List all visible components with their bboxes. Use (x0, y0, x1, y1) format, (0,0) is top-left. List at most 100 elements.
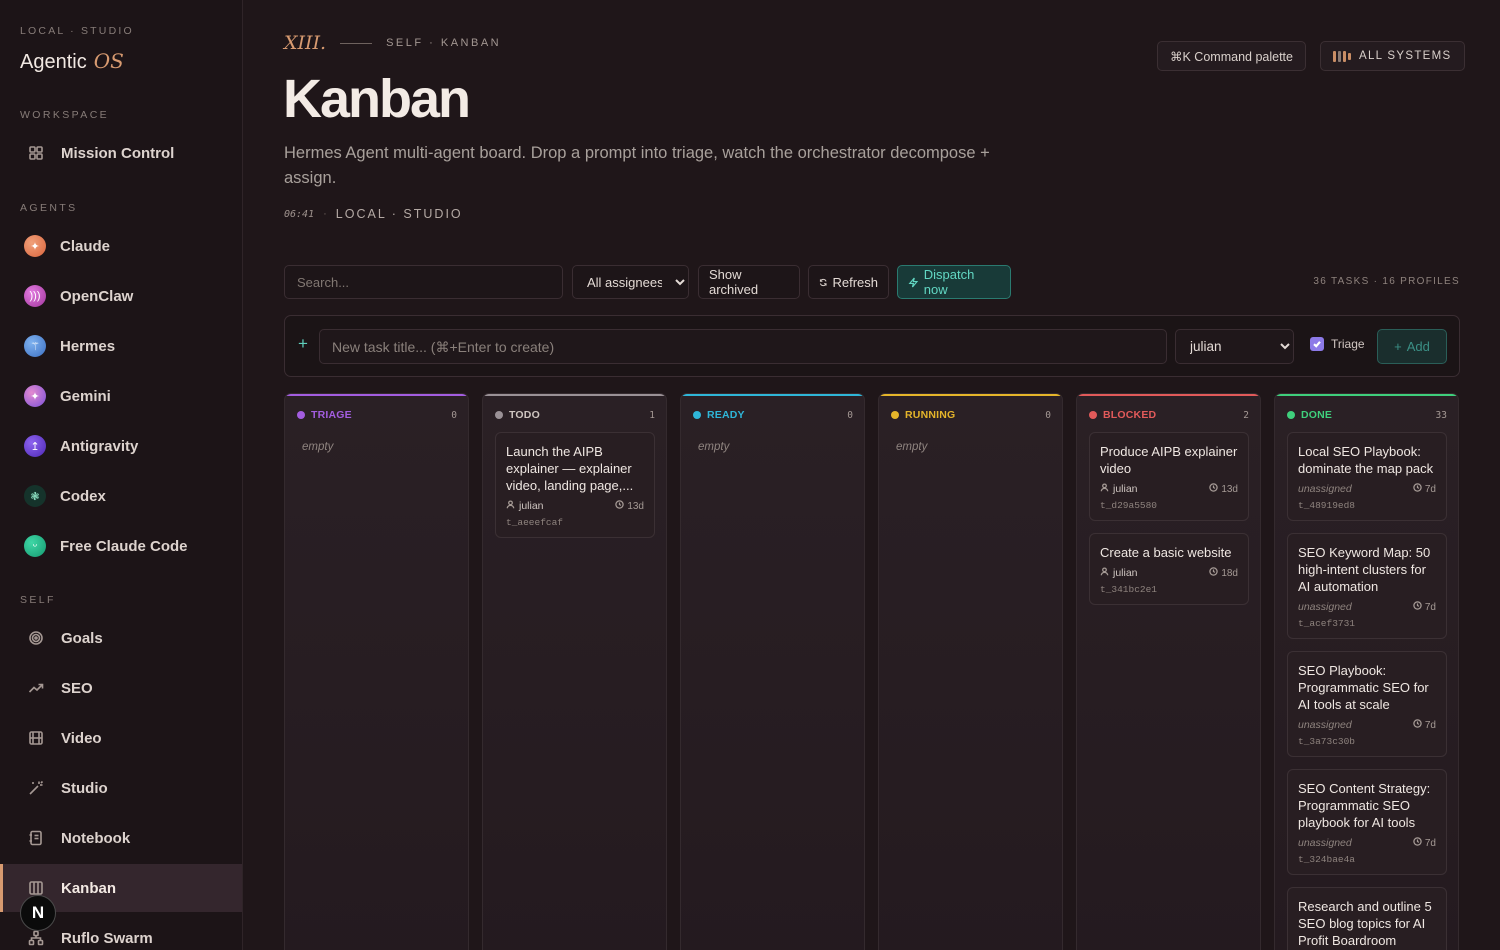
add-task-button[interactable]: + Add (1377, 329, 1447, 364)
task-id: t_48919ed8 (1298, 500, 1356, 511)
task-age: 7d (1413, 483, 1436, 495)
sidebar-item-mission-control[interactable]: Mission Control (0, 129, 242, 177)
task-age: 7d (1413, 837, 1436, 849)
task-card[interactable]: SEO Keyword Map: 50 high-intent clusters… (1287, 533, 1447, 639)
sidebar-item-gemini[interactable]: ✦ Gemini (0, 372, 242, 420)
assignee-name: julian (1113, 483, 1138, 495)
column-header: DONE 33 (1287, 409, 1447, 421)
section-label-agents: AGENTS (20, 202, 78, 214)
clock-icon (1209, 567, 1219, 579)
brand-suffix: OS (93, 49, 124, 73)
all-systems-button[interactable]: ALL SYSTEMS (1320, 41, 1465, 71)
brand-logo[interactable]: Agentic OS (20, 49, 124, 74)
task-card[interactable]: Create a basic website julian 18d t_341bc2e… (1089, 533, 1249, 605)
notebook-icon (24, 827, 47, 850)
sidebar-item-label: Mission Control (61, 144, 175, 162)
sidebar-item-goals[interactable]: Goals (0, 614, 242, 662)
sidebar-item-openclaw[interactable]: ))) OpenClaw (0, 272, 242, 320)
column-triage[interactable]: TRIAGE 0 empty (284, 393, 469, 950)
age-value: 7d (1424, 719, 1436, 731)
trending-up-icon (24, 677, 47, 700)
column-todo[interactable]: TODO 1 Launch the AIPB explainer — explain… (482, 393, 667, 950)
composer-assignee-dropdown[interactable]: julian (1175, 329, 1294, 364)
task-id: t_aeeefcaf (506, 517, 564, 528)
column-count: 2 (1243, 409, 1249, 421)
task-card[interactable]: Produce AIPB explainer video julian 13d t_d… (1089, 432, 1249, 521)
age-value: 7d (1424, 837, 1436, 849)
sidebar-item-seo[interactable]: SEO (0, 664, 242, 712)
column-done[interactable]: DONE 33 Local SEO Playbook: dominate the m… (1274, 393, 1459, 950)
task-card[interactable]: Local SEO Playbook: dominate the map pac… (1287, 432, 1447, 521)
brand-subtitle: LOCAL · STUDIO (20, 25, 134, 37)
task-assignee: unassigned (1298, 837, 1352, 849)
sidebar-item-hermes[interactable]: ⚚ Hermes (0, 322, 242, 370)
search-input[interactable] (285, 274, 562, 290)
breadcrumb-divider (340, 42, 373, 44)
refresh-button[interactable]: Refresh (808, 265, 889, 299)
assignee-filter[interactable]: All assignees (572, 265, 689, 299)
sidebar-item-label: OpenClaw (60, 287, 134, 305)
assignee-select[interactable]: All assignees (573, 266, 688, 298)
task-card[interactable]: Research and outline 5 SEO blog topics f… (1287, 887, 1447, 950)
column-running[interactable]: RUNNING 0 empty (878, 393, 1063, 950)
task-card[interactable]: SEO Content Strategy: Programmatic SEO p… (1287, 769, 1447, 875)
empty-state: empty (698, 441, 730, 453)
empty-state: empty (896, 441, 928, 453)
column-ready[interactable]: READY 0 empty (680, 393, 865, 950)
task-card[interactable]: SEO Playbook: Programmatic SEO for AI to… (1287, 651, 1447, 757)
status-dot-icon (297, 411, 305, 419)
checkmark-icon[interactable] (1310, 337, 1324, 351)
sidebar-item-claude[interactable]: ✦ Claude (0, 222, 242, 270)
task-title: Local SEO Playbook: dominate the map pac… (1298, 444, 1434, 476)
task-id: t_341bc2e1 (1100, 584, 1158, 595)
sidebar-item-video[interactable]: Video (0, 714, 242, 762)
location-label: LOCAL · STUDIO (335, 207, 463, 221)
command-palette-button[interactable]: ⌘K Command palette (1157, 41, 1306, 71)
sidebar-item-notebook[interactable]: Notebook (0, 814, 242, 862)
refresh-label: Refresh (832, 274, 878, 290)
task-age: 7d (1413, 601, 1436, 613)
task-assignee: julian (506, 500, 544, 512)
dev-badge[interactable]: N (20, 895, 56, 931)
meta-separator: · (323, 208, 327, 220)
column-header: BLOCKED 2 (1089, 409, 1249, 421)
column-title: READY (707, 409, 745, 421)
show-archived-button[interactable]: Show archived (698, 265, 800, 299)
main-content: XIII. SELF · KANBAN ⌘K Command palette A… (243, 0, 1500, 950)
task-age: 13d (1209, 483, 1238, 495)
sidebar-item-label: Codex (60, 487, 106, 505)
triage-checkbox[interactable]: Triage (1310, 337, 1365, 351)
sidebar-item-studio[interactable]: Studio (0, 764, 242, 812)
codex-icon: ❃ (24, 485, 46, 507)
openclaw-icon: ))) (24, 285, 46, 307)
sidebar-item-label: Free Claude Code (60, 537, 188, 555)
task-card[interactable]: Launch the AIPB explainer — explainer vi… (495, 432, 655, 538)
claude-icon: ✦ (24, 235, 46, 257)
new-task-input[interactable] (320, 330, 1166, 363)
column-blocked[interactable]: BLOCKED 2 Produce AIPB explainer video juli… (1076, 393, 1261, 950)
refresh-icon (819, 278, 827, 286)
new-task-field[interactable] (319, 329, 1167, 364)
column-header: READY 0 (693, 409, 853, 421)
sidebar-item-antigravity[interactable]: ↥ Antigravity (0, 422, 242, 470)
lightning-icon (908, 277, 919, 287)
wand-icon (24, 777, 47, 800)
sidebar: LOCAL · STUDIO Agentic OS WORKSPACE Miss… (0, 0, 243, 950)
sidebar-item-free-claude-code[interactable]: ᵕ Free Claude Code (0, 522, 242, 570)
task-assignee: julian (1100, 483, 1138, 495)
add-task-label: Add (1406, 339, 1430, 354)
task-meta: unassigned 7d (1298, 601, 1436, 613)
task-title: Produce AIPB explainer video (1100, 444, 1238, 476)
clock-icon (1413, 601, 1422, 613)
sidebar-item-codex[interactable]: ❃ Codex (0, 472, 242, 520)
column-accent (483, 394, 666, 396)
task-meta: julian 18d (1100, 567, 1238, 579)
column-title: BLOCKED (1103, 409, 1157, 421)
grid-icon (24, 142, 47, 165)
composer-assignee-select[interactable]: julian (1176, 330, 1293, 363)
search-box[interactable] (284, 265, 563, 299)
task-id: t_d29a5580 (1100, 500, 1158, 511)
clock-icon (1413, 719, 1422, 731)
dispatch-now-button[interactable]: Dispatch now (897, 265, 1011, 299)
triage-checkbox-label: Triage (1331, 337, 1365, 351)
